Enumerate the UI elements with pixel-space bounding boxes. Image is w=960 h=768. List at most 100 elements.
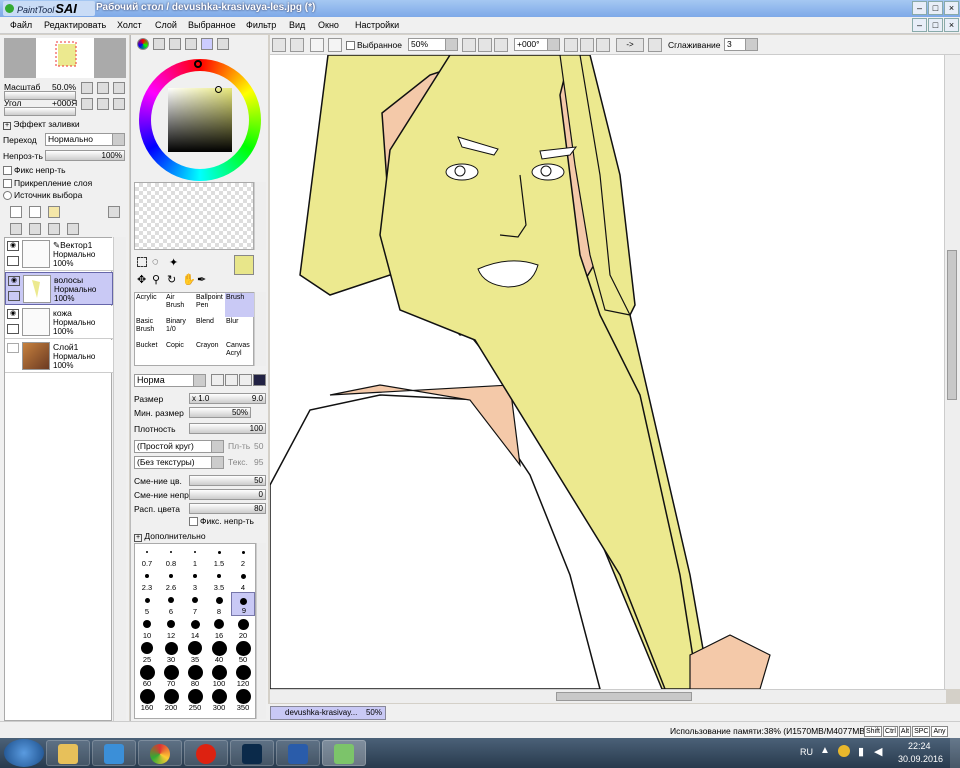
brush-size-option[interactable]: 40: [207, 640, 231, 664]
flip-button[interactable]: ->: [616, 38, 644, 52]
rect-select-icon[interactable]: [137, 257, 147, 267]
brush-size-option[interactable]: 4: [231, 568, 255, 592]
menu-view[interactable]: Вид: [289, 20, 305, 30]
angle-select[interactable]: +000°: [514, 38, 560, 51]
brush-size-option[interactable]: 350: [231, 688, 255, 712]
brush-size-option[interactable]: 3.5: [207, 568, 231, 592]
brush-size-option[interactable]: 10: [135, 616, 159, 640]
brush-size-option[interactable]: 7: [183, 592, 207, 616]
move-icon[interactable]: ✥: [137, 273, 146, 286]
persistence-slider[interactable]: 80: [189, 503, 266, 514]
brush-size-option[interactable]: 6: [159, 592, 183, 616]
layer-mask-button[interactable]: [108, 206, 120, 218]
color-wheel[interactable]: [139, 59, 261, 181]
tray-app-icon[interactable]: [838, 745, 850, 757]
maximize-button[interactable]: □: [928, 1, 943, 15]
preserve-opacity-checkbox[interactable]: [3, 166, 12, 176]
media-taskbar-button[interactable]: [92, 740, 136, 766]
saturation-value-square[interactable]: [168, 88, 232, 152]
hsv-slider-tab-icon[interactable]: [169, 38, 181, 50]
brush-size-option[interactable]: 80: [183, 664, 207, 688]
canvas-zoom-out-button[interactable]: [462, 38, 476, 52]
chrome-taskbar-button[interactable]: [138, 740, 182, 766]
brush-size-option[interactable]: 5: [135, 592, 159, 616]
selection-source-checkbox[interactable]: [3, 191, 12, 201]
min-size-slider[interactable]: 50%: [189, 407, 251, 418]
network-icon[interactable]: ▮: [858, 745, 864, 758]
blend-mode-select[interactable]: Нормально: [45, 133, 125, 146]
new-linework-layer-button[interactable]: [29, 206, 41, 218]
brush-size-option[interactable]: 2: [231, 544, 255, 568]
tool-copic[interactable]: Copic: [165, 341, 195, 365]
brush-size-option[interactable]: 2.6: [159, 568, 183, 592]
brush-size-option[interactable]: 60: [135, 664, 159, 688]
brush-size-option[interactable]: 200: [159, 688, 183, 712]
primary-color-swatch[interactable]: [234, 255, 254, 275]
tool-air-brush[interactable]: Air Brush: [165, 293, 195, 317]
tool-binary-1-0[interactable]: Binary 1/0: [165, 317, 195, 341]
redo-button[interactable]: [290, 38, 304, 52]
color-wheel-tab-icon[interactable]: [137, 38, 149, 50]
canvas-rotate-left-button[interactable]: [564, 38, 578, 52]
horizontal-scroll-thumb[interactable]: [556, 692, 692, 701]
clock-date[interactable]: 30.09.2016: [898, 754, 943, 764]
rgb-slider-tab-icon[interactable]: [153, 38, 165, 50]
navigator[interactable]: [4, 38, 126, 78]
keep-opacity-checkbox[interactable]: [189, 517, 198, 527]
scratchpad[interactable]: [134, 182, 254, 250]
deselect-button[interactable]: [310, 38, 324, 52]
delete-layer-icon[interactable]: [67, 223, 79, 235]
brush-size-option[interactable]: 70: [159, 664, 183, 688]
brush-size-option[interactable]: 20: [231, 616, 255, 640]
tool-crayon[interactable]: Crayon: [195, 341, 225, 365]
color-marker[interactable]: [215, 86, 222, 93]
brush-texture-select[interactable]: (Без текстуры): [134, 456, 224, 469]
doc-minimize-button[interactable]: –: [912, 18, 927, 32]
invert-selection-button[interactable]: [328, 38, 342, 52]
layer-item[interactable]: Слой1 Нормально 100%: [5, 340, 113, 373]
volume-icon[interactable]: ◀: [874, 745, 882, 758]
document-tab[interactable]: devushka-krasivay... 50%: [270, 706, 386, 720]
start-button[interactable]: [4, 739, 44, 767]
clip-layer-option[interactable]: Прикрепление слоя: [3, 178, 92, 189]
tool-grid-scrollbar[interactable]: [254, 292, 266, 366]
tool-bucket[interactable]: Bucket: [135, 341, 165, 365]
language-indicator[interactable]: RU: [800, 747, 813, 757]
zoom-out-button[interactable]: [81, 82, 93, 94]
brush-size-option[interactable]: 16: [207, 616, 231, 640]
brush-size-option[interactable]: 3: [183, 568, 207, 592]
visibility-eye-icon[interactable]: ◉: [7, 309, 19, 319]
new-layer-button[interactable]: [10, 206, 22, 218]
rotate-right-button[interactable]: [97, 98, 109, 110]
clock-time[interactable]: 22:24: [908, 741, 931, 751]
show-selection-checkbox[interactable]: [346, 41, 355, 51]
transfer-down-button[interactable]: [10, 223, 22, 235]
zoom-icon[interactable]: ⚲: [152, 273, 160, 286]
brush-size-option[interactable]: 300: [207, 688, 231, 712]
swatches-tab-icon[interactable]: [185, 38, 197, 50]
selection-source-option[interactable]: Источник выбора: [3, 190, 82, 201]
lock-toggle[interactable]: [7, 324, 19, 334]
brush-size-option[interactable]: 14: [183, 616, 207, 640]
fill-effect-header[interactable]: + Эффект заливки: [3, 119, 80, 130]
brush-size-option[interactable]: 100: [207, 664, 231, 688]
user-palette-tab-icon[interactable]: [217, 38, 229, 50]
layers-scrollbar[interactable]: [113, 237, 126, 721]
layer-item[interactable]: ◉ кожа Нормально 100%: [5, 306, 113, 339]
brush-size-option[interactable]: 160: [135, 688, 159, 712]
zoom-select[interactable]: 50%: [408, 38, 458, 51]
brush-size-option[interactable]: 2.3: [135, 568, 159, 592]
doc-restore-button[interactable]: □: [928, 18, 943, 32]
brush-size-option[interactable]: 9: [231, 592, 255, 616]
scratchpad-tab-icon[interactable]: [201, 38, 213, 50]
explorer-taskbar-button[interactable]: [46, 740, 90, 766]
opacity-slider[interactable]: 100%: [45, 150, 125, 161]
tool-canvas-acryl[interactable]: Canvas Acryl: [225, 341, 255, 365]
vertical-scroll-thumb[interactable]: [947, 250, 957, 400]
density-slider[interactable]: 100: [189, 423, 266, 434]
hidden-eye-icon[interactable]: [7, 343, 19, 353]
lock-toggle[interactable]: [7, 256, 19, 266]
brush-lock-icon[interactable]: [8, 291, 20, 301]
menu-settings[interactable]: Настройки: [355, 20, 399, 30]
minimize-button[interactable]: –: [912, 1, 927, 15]
